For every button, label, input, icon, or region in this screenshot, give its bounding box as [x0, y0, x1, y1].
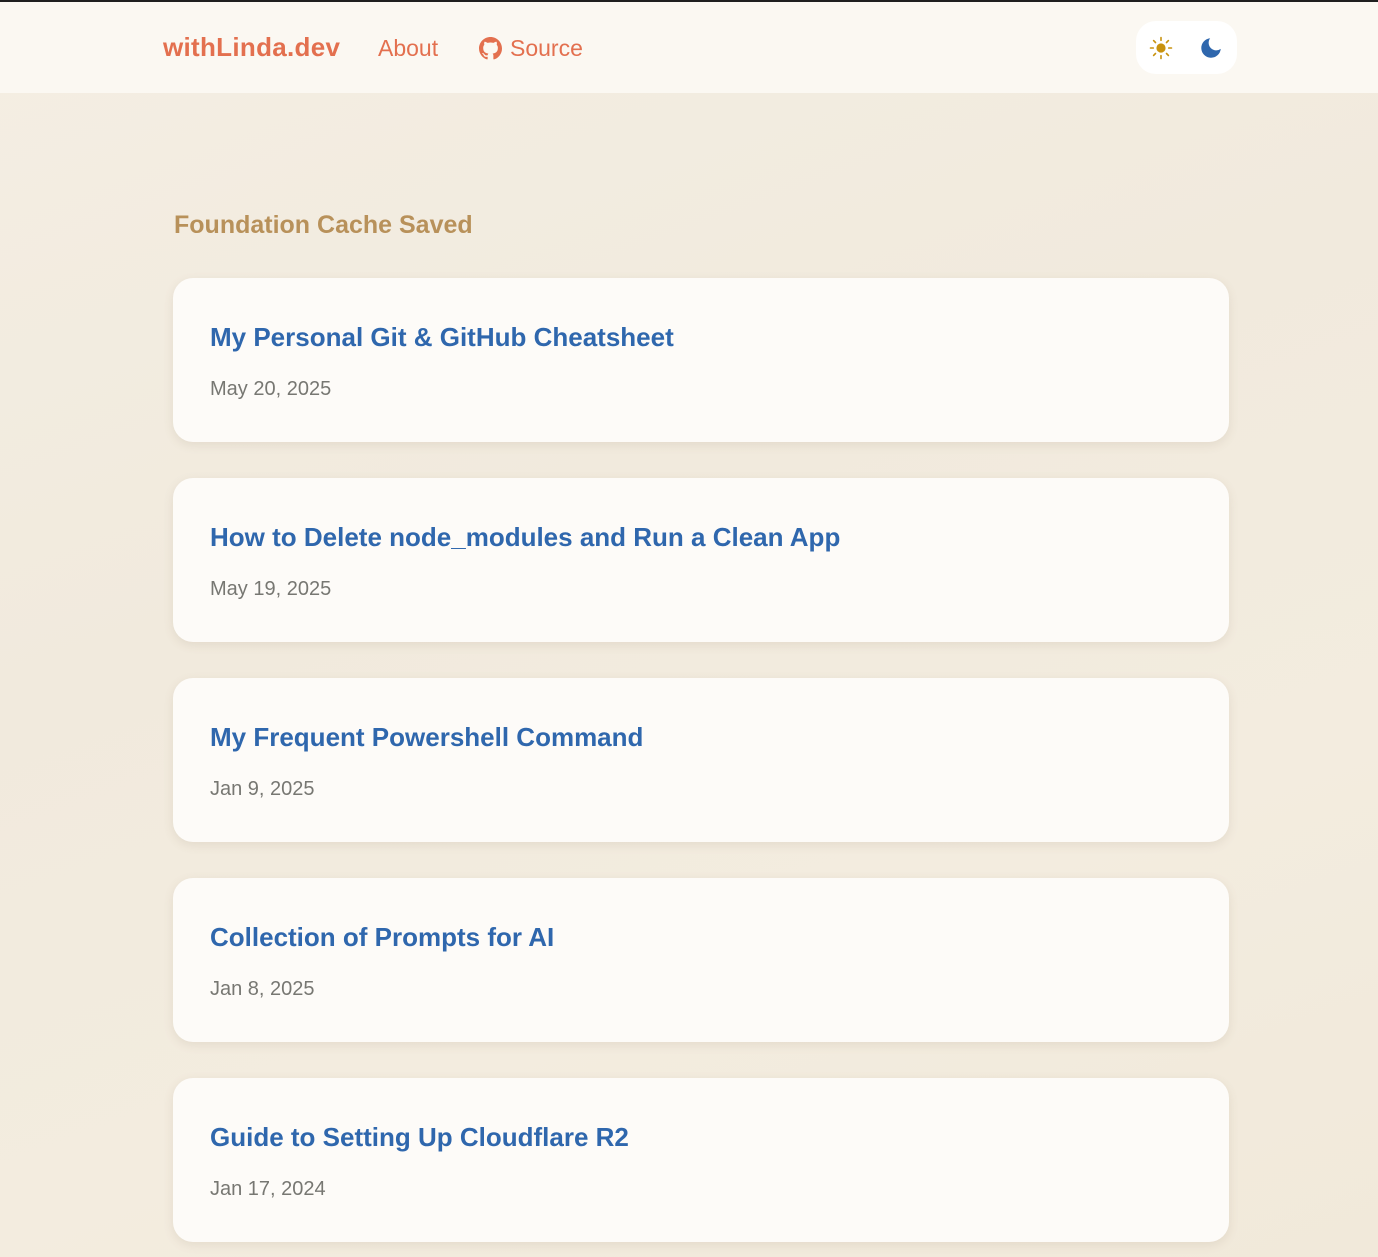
github-icon — [479, 36, 502, 59]
post-card[interactable]: Guide to Setting Up Cloudflare R2 Jan 17… — [173, 1078, 1229, 1242]
sun-icon — [1149, 36, 1173, 59]
post-card[interactable]: My Personal Git & GitHub Cheatsheet May … — [173, 278, 1229, 442]
post-title[interactable]: My Personal Git & GitHub Cheatsheet — [210, 320, 674, 354]
post-date: May 19, 2025 — [210, 578, 332, 600]
post-date: Jan 9, 2025 — [210, 778, 315, 800]
nav-source-link[interactable]: Source — [479, 33, 583, 63]
post-card[interactable]: Collection of Prompts for AI Jan 8, 2025 — [173, 878, 1229, 1042]
post-date: Jan 17, 2024 — [210, 1178, 326, 1200]
section-title: Foundation Cache Saved — [174, 211, 473, 239]
post-title[interactable]: My Frequent Powershell Command — [210, 720, 643, 754]
post-card[interactable]: My Frequent Powershell Command Jan 9, 20… — [173, 678, 1229, 842]
post-card[interactable]: How to Delete node_modules and Run a Cle… — [173, 478, 1229, 642]
post-date: Jan 8, 2025 — [210, 978, 315, 1000]
post-title[interactable]: How to Delete node_modules and Run a Cle… — [210, 520, 840, 554]
nav-about-link[interactable]: About — [378, 33, 438, 63]
post-title[interactable]: Collection of Prompts for AI — [210, 920, 554, 954]
dark-mode-button[interactable] — [1186, 21, 1236, 74]
site-header: withLinda.dev About Source — [0, 2, 1378, 93]
moon-icon — [1201, 37, 1221, 58]
theme-toggle — [1136, 21, 1237, 74]
nav-source-label: Source — [510, 35, 583, 61]
light-mode-button[interactable] — [1136, 21, 1186, 74]
post-date: May 20, 2025 — [210, 378, 332, 400]
site-brand-link[interactable]: withLinda.dev — [163, 31, 340, 63]
post-title[interactable]: Guide to Setting Up Cloudflare R2 — [210, 1120, 629, 1154]
